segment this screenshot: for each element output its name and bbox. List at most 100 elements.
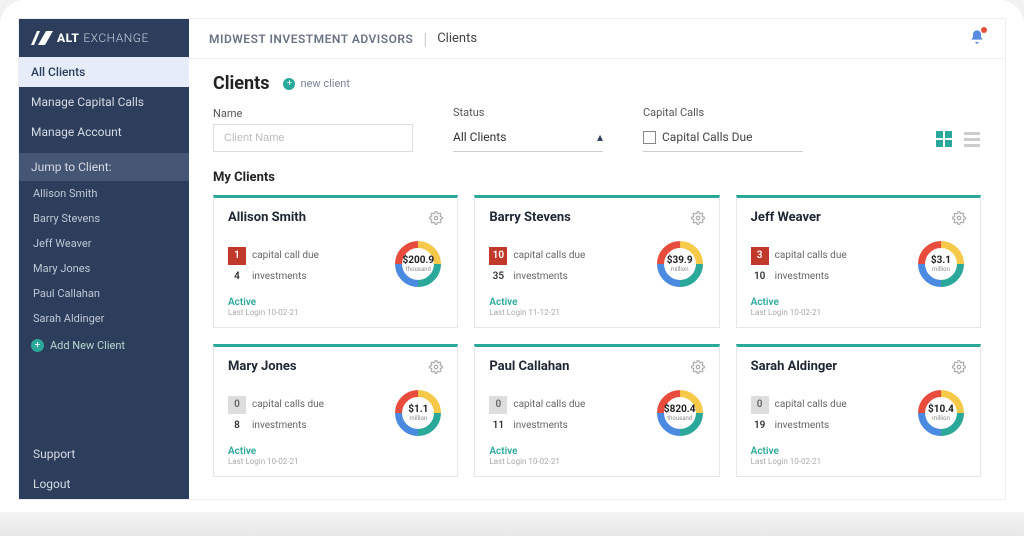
caret-up-icon: ▴	[597, 130, 603, 144]
calls-due-badge: 1	[228, 247, 246, 265]
last-login: Last Login 10-02-21	[228, 308, 443, 317]
firm-name: MIDWEST INVESTMENT ADVISORS	[209, 32, 413, 46]
client-card[interactable]: Jeff Weaver 3capital calls due 10investmen…	[736, 195, 981, 328]
client-grid: Allison Smith1capital call due4investmen…	[213, 195, 981, 477]
last-login: Last Login 10-02-21	[228, 457, 443, 466]
client-link[interactable]: Barry Stevens	[19, 206, 189, 231]
settings-button[interactable]	[429, 210, 443, 229]
portfolio-value: $200.9	[403, 255, 435, 266]
investments-stat: 11investments	[489, 420, 585, 431]
portfolio-unit: million	[671, 266, 689, 273]
portfolio-value: $1.1	[408, 404, 428, 415]
calls-due-badge: 3	[751, 247, 769, 265]
investments-stat: 10investments	[751, 271, 847, 282]
grid-icon	[935, 130, 953, 148]
settings-button[interactable]	[952, 210, 966, 229]
last-login: Last Login 10-02-21	[751, 308, 966, 317]
portfolio-donut: $200.9thousand	[393, 239, 443, 289]
status-select-value: All Clients	[453, 130, 506, 144]
status-badge: Active	[228, 297, 443, 308]
client-card[interactable]: Mary Jones0capital calls due8investments…	[213, 344, 458, 477]
client-link[interactable]: Jeff Weaver	[19, 231, 189, 256]
calls-due-badge: 0	[228, 396, 246, 414]
investments-count: 11	[489, 420, 507, 431]
settings-button[interactable]	[691, 210, 705, 229]
new-client-button[interactable]: + new client	[283, 77, 350, 90]
grid-view-button[interactable]	[935, 130, 953, 152]
checkbox-icon	[643, 131, 656, 144]
status-badge: Active	[489, 446, 704, 457]
status-select[interactable]: All Clients ▴	[453, 123, 603, 152]
logo-icon	[31, 31, 53, 45]
status-badge: Active	[489, 297, 704, 308]
portfolio-value: $10.4	[928, 404, 954, 415]
investments-stat: 8investments	[228, 420, 324, 431]
client-card[interactable]: Allison Smith1capital call due4investmen…	[213, 195, 458, 328]
logo-light: EXCHANGE	[83, 31, 148, 45]
filters-row: Name Status All Clients ▴ Capital Calls …	[213, 106, 981, 152]
investments-stat: 19investments	[751, 420, 847, 431]
client-link[interactable]: Sarah Aldinger	[19, 306, 189, 331]
support-link[interactable]: Support	[19, 439, 189, 469]
capital-calls-stat: 10capital calls due	[489, 247, 585, 265]
portfolio-unit: thousand	[667, 415, 692, 422]
client-link[interactable]: Allison Smith	[19, 181, 189, 206]
portfolio-donut: $39.9million	[655, 239, 705, 289]
nav-item-manage-capital-calls[interactable]: Manage Capital Calls	[19, 87, 189, 117]
investments-count: 35	[489, 271, 507, 282]
notifications-button[interactable]	[969, 29, 985, 49]
portfolio-unit: million	[932, 266, 950, 273]
portfolio-donut: $10.4million	[916, 388, 966, 438]
gear-icon	[691, 211, 705, 225]
logo: ALT EXCHANGE	[19, 19, 189, 57]
my-clients-heading: My Clients	[213, 170, 981, 185]
nav-item-all-clients[interactable]: All Clients	[19, 57, 189, 87]
client-card[interactable]: Barry Stevens10capital calls due35invest…	[474, 195, 719, 328]
portfolio-unit: million	[932, 415, 950, 422]
client-name-input[interactable]	[213, 124, 413, 152]
last-login: Last Login 10-02-21	[489, 457, 704, 466]
notification-badge	[981, 27, 987, 33]
portfolio-donut: $1.1million	[393, 388, 443, 438]
logout-link[interactable]: Logout	[19, 469, 189, 499]
status-filter: Status All Clients ▴	[453, 106, 603, 152]
settings-button[interactable]	[952, 359, 966, 378]
client-name: Allison Smith	[228, 210, 306, 225]
new-client-label: new client	[300, 77, 350, 90]
client-card[interactable]: Sarah Aldinger0capital calls due19invest…	[736, 344, 981, 477]
nav-item-manage-account[interactable]: Manage Account	[19, 117, 189, 147]
list-view-button[interactable]	[963, 130, 981, 152]
plus-icon: +	[31, 339, 44, 352]
name-filter-label: Name	[213, 107, 413, 120]
portfolio-value: $3.1	[931, 255, 951, 266]
add-client-label: Add New Client	[50, 339, 125, 352]
client-link[interactable]: Paul Callahan	[19, 281, 189, 306]
gear-icon	[691, 360, 705, 374]
settings-button[interactable]	[429, 359, 443, 378]
calls-due-badge: 0	[489, 396, 507, 414]
client-link[interactable]: Mary Jones	[19, 256, 189, 281]
gear-icon	[952, 360, 966, 374]
portfolio-value: $39.9	[667, 255, 693, 266]
sidebar: ALT EXCHANGE All ClientsManage Capital Ca…	[19, 19, 189, 499]
capital-calls-label: Capital Calls	[643, 106, 803, 119]
client-card[interactable]: Paul Callahan0capital calls due11investm…	[474, 344, 719, 477]
breadcrumb-divider: |	[423, 29, 427, 48]
status-badge: Active	[751, 446, 966, 457]
investments-count: 10	[751, 271, 769, 282]
last-login: Last Login 10-02-21	[751, 457, 966, 466]
settings-button[interactable]	[691, 359, 705, 378]
capital-calls-stat: 3capital calls due	[751, 247, 847, 265]
client-name: Jeff Weaver	[751, 210, 821, 225]
logo-bold: ALT	[57, 31, 79, 45]
plus-icon: +	[283, 78, 295, 90]
client-name: Paul Callahan	[489, 359, 569, 374]
view-toggles	[935, 130, 981, 152]
capital-calls-checkbox[interactable]: Capital Calls Due	[643, 123, 803, 152]
add-new-client-button[interactable]: + Add New Client	[19, 331, 189, 360]
investments-count: 19	[751, 420, 769, 431]
portfolio-unit: thousand	[406, 266, 431, 273]
client-name: Mary Jones	[228, 359, 297, 374]
name-filter: Name	[213, 107, 413, 152]
last-login: Last Login 11-12-21	[489, 308, 704, 317]
